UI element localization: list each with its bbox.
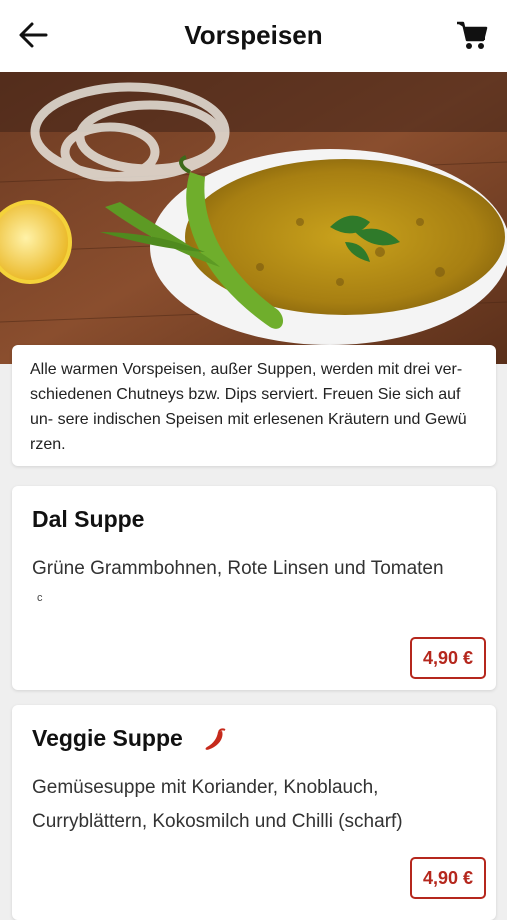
page-title: Vorspeisen <box>184 20 323 50</box>
chili-icon <box>205 728 226 750</box>
item-name: Dal Suppe <box>32 506 145 532</box>
intro-card: Alle warmen Vorspeisen, außer Suppen, we… <box>12 345 496 466</box>
cart-button[interactable] <box>455 18 489 52</box>
hero-image <box>0 72 507 364</box>
menu-item-veggie-suppe[interactable]: Veggie Suppe Gemüsesuppe mit Koriander, … <box>12 705 496 920</box>
intro-text: Alle warmen Vorspeisen, außer Suppen, we… <box>30 361 467 453</box>
item-description: Grüne Grammbohnen, Rote Linsen und Tomat… <box>32 558 444 579</box>
menu-item-dal-suppe[interactable]: Dal Suppe Grüne Grammbohnen, Rote Linsen… <box>12 486 496 690</box>
shopping-cart-icon <box>457 21 488 49</box>
item-allergen-code: c <box>37 592 43 604</box>
item-description: Gemüsesuppe mit Koriander, Knoblauch, Cu… <box>32 777 403 832</box>
price-button[interactable]: 4,90 € <box>410 857 486 899</box>
price-button[interactable]: 4,90 € <box>410 637 486 679</box>
app-bar: Vorspeisen <box>0 0 507 72</box>
item-name: Veggie Suppe <box>32 725 183 751</box>
